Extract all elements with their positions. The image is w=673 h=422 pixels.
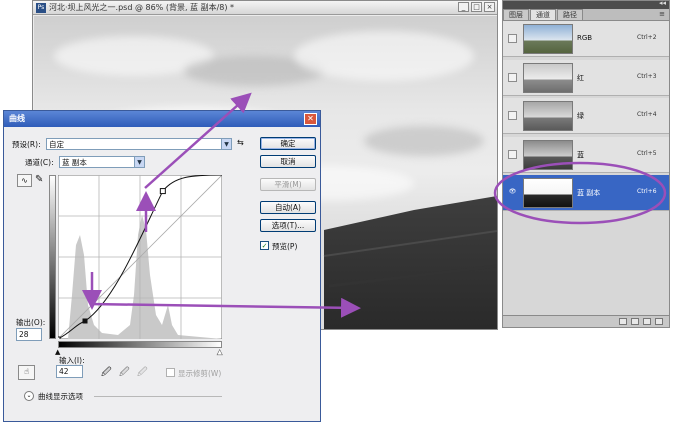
channel-name: 蓝 <box>577 150 584 159</box>
curves-dialog: 曲线 ✕ 预设(R): 自定 ▼ ⇆ 通道(C): 蓝 副本 ▼ ∿ ✎ ▲ ▲… <box>3 110 321 422</box>
photoshop-icon: Ps <box>36 2 46 13</box>
target-adjust-tool-icon[interactable]: ☝ <box>18 365 35 380</box>
save-selection-icon[interactable] <box>631 318 639 325</box>
channel-name: 蓝 副本 <box>577 189 601 197</box>
close-window-button[interactable]: × <box>484 2 495 12</box>
visibility-toggle[interactable] <box>508 34 517 43</box>
document-title: 河北·坝上风光之一.psd @ 86% (背景, 蓝 副本/8) * <box>49 3 235 12</box>
preset-select[interactable]: 自定 ▼ <box>46 138 232 150</box>
output-label: 输出(O): <box>16 318 46 327</box>
channels-panel: ◂◂ 图层 通道 路径 ≡ RGB Ctrl+2 红 Ctrl+3 绿 Ctrl+4 蓝 Ct… <box>502 0 670 328</box>
channel-shortcut: Ctrl+3 <box>637 72 657 80</box>
curve-point <box>82 318 88 324</box>
channel-thumbnail <box>523 101 573 131</box>
preview-checkbox[interactable]: ✓ <box>260 241 269 250</box>
channel-name: RGB <box>577 34 593 42</box>
collapse-icon[interactable]: ◂◂ <box>659 0 666 7</box>
channel-row[interactable]: RGB Ctrl+2 <box>503 21 669 57</box>
channel-row[interactable]: 绿 Ctrl+4 <box>503 98 669 134</box>
minimize-button[interactable]: _ <box>458 2 469 12</box>
preview-label: 预览(P) <box>272 242 298 251</box>
panel-topbar: ◂◂ <box>503 0 669 9</box>
chevron-down-icon[interactable]: ▼ <box>134 157 144 167</box>
panel-bottom-toolbar <box>503 315 669 327</box>
curve-point <box>159 188 166 195</box>
ok-button[interactable]: 确定 <box>260 137 316 150</box>
channel-row[interactable]: 蓝 Ctrl+5 <box>503 136 669 173</box>
cancel-button[interactable]: 取消 <box>260 155 316 168</box>
chevron-down-icon[interactable]: ▼ <box>221 139 231 149</box>
delete-channel-icon[interactable] <box>655 318 663 325</box>
white-point-slider-icon[interactable]: ▲ <box>217 348 223 357</box>
show-clipping-label: 显示修剪(W) <box>178 369 222 378</box>
preset-label: 预设(R): <box>12 140 41 149</box>
channel-select[interactable]: 蓝 副本 ▼ <box>59 156 145 168</box>
curves-titlebar[interactable]: 曲线 <box>4 111 320 127</box>
input-field[interactable]: 42 <box>56 365 83 378</box>
channel-label: 通道(C): <box>25 158 54 167</box>
curve-point <box>58 336 61 339</box>
tab-paths[interactable]: 路径 <box>557 9 583 20</box>
visibility-toggle[interactable] <box>508 149 517 159</box>
gray-eyedropper-icon[interactable]: 🖉 <box>119 365 130 382</box>
black-eyedropper-icon[interactable]: 🖉 <box>101 365 112 382</box>
input-gradient-bar <box>58 341 222 348</box>
preset-value: 自定 <box>49 140 64 149</box>
channel-shortcut: Ctrl+4 <box>637 111 657 118</box>
channel-thumbnail <box>523 62 573 93</box>
channel-name: 绿 <box>577 112 584 120</box>
tab-channels[interactable]: 通道 <box>530 9 556 20</box>
visibility-toggle[interactable] <box>508 72 517 82</box>
document-titlebar[interactable]: Ps 河北·坝上风光之一.psd @ 86% (背景, 蓝 副本/8) * _ … <box>33 1 497 15</box>
channel-thumbnail <box>523 24 573 54</box>
output-gradient-bar <box>49 175 56 339</box>
options-button[interactable]: 选项(T)... <box>260 219 316 232</box>
pencil-tool-icon[interactable]: ✎ <box>35 174 43 185</box>
panel-menu-icon[interactable]: ≡ <box>659 10 665 18</box>
curve-point-tool-icon[interactable]: ∿ <box>17 174 32 187</box>
channel-shortcut: Ctrl+5 <box>637 149 657 157</box>
window-controls: _ □ × <box>458 2 495 12</box>
close-icon[interactable]: ✕ <box>304 113 317 125</box>
eye-icon[interactable]: 👁 <box>508 188 517 197</box>
channel-row[interactable]: 👁 蓝 副本 Ctrl+6 <box>503 175 669 211</box>
visibility-toggle[interactable] <box>508 111 517 120</box>
load-selection-icon[interactable] <box>619 318 627 325</box>
expand-icon[interactable]: ⌄ <box>24 391 34 401</box>
auto-button[interactable]: 自动(A) <box>260 201 316 214</box>
tab-layers[interactable]: 图层 <box>503 9 529 20</box>
new-channel-icon[interactable] <box>643 318 651 325</box>
channel-name: 红 <box>577 73 584 82</box>
channel-value: 蓝 副本 <box>62 158 87 167</box>
channel-thumbnail <box>523 178 573 208</box>
channel-shortcut: Ctrl+6 <box>637 188 657 195</box>
channel-thumbnail <box>523 139 573 170</box>
preset-options-icon[interactable]: ⇆ <box>237 138 244 147</box>
panel-empty-area <box>503 215 669 315</box>
white-eyedropper-icon[interactable]: 🖉 <box>137 365 148 382</box>
panel-tabs: 图层 通道 路径 ≡ <box>503 9 669 21</box>
curve-options-label[interactable]: 曲线显示选项 <box>38 391 83 402</box>
channel-shortcut: Ctrl+2 <box>637 34 657 41</box>
curve-graph[interactable] <box>58 175 222 339</box>
channel-row[interactable]: 红 Ctrl+3 <box>503 59 669 96</box>
divider <box>94 396 222 397</box>
maximize-button[interactable]: □ <box>471 2 482 12</box>
show-clipping-checkbox[interactable] <box>166 368 175 377</box>
smooth-button[interactable]: 平滑(M) <box>260 178 316 191</box>
output-field[interactable]: 28 <box>16 328 42 341</box>
